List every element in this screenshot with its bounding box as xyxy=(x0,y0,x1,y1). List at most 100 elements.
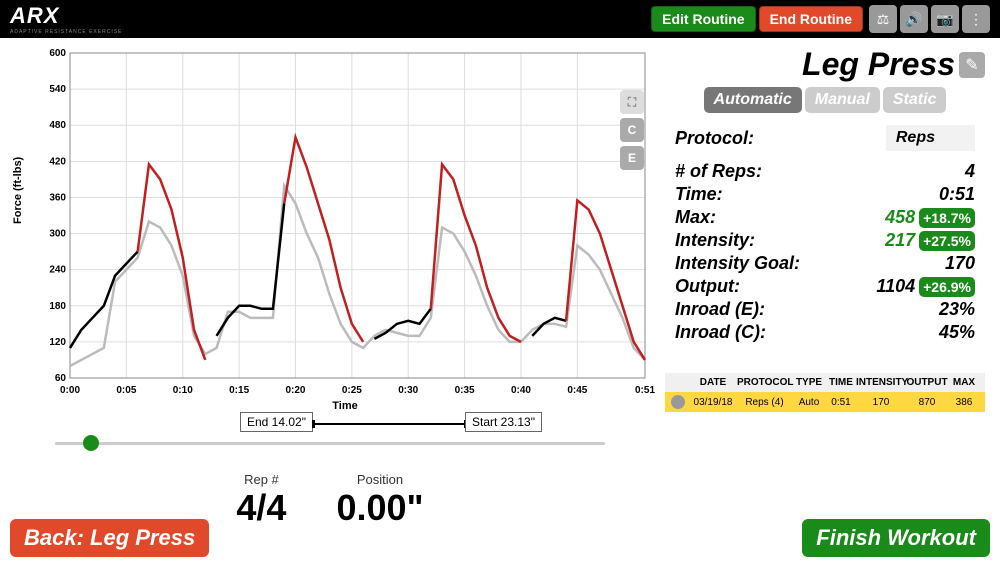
more-icon[interactable]: ⋮ xyxy=(962,5,990,33)
svg-text:0:10: 0:10 xyxy=(173,385,193,396)
mode-static[interactable]: Static xyxy=(883,87,947,113)
y-axis-label: Force (ft-lbs) xyxy=(12,157,24,224)
mode-automatic[interactable]: Automatic xyxy=(704,87,802,113)
svg-text:0:05: 0:05 xyxy=(116,385,136,396)
row-protocol: Reps (4) xyxy=(737,397,792,408)
logo-text: ARX xyxy=(10,3,122,29)
logo-subtitle: ADAPTIVE RESISTANCE EXERCISE xyxy=(10,29,122,35)
svg-text:360: 360 xyxy=(49,192,66,203)
history-row[interactable]: 03/19/18 Reps (4) Auto 0:51 170 870 386 xyxy=(665,392,985,412)
hdr-date: DATE xyxy=(689,377,737,388)
hdr-max: MAX xyxy=(948,377,980,388)
intensity-goal-label: Intensity Goal: xyxy=(675,253,920,274)
svg-text:0:25: 0:25 xyxy=(342,385,362,396)
footer: Back: Leg Press Finish Workout xyxy=(0,519,1000,557)
inroad-e-label: Inroad (E): xyxy=(675,299,920,320)
fullscreen-icon[interactable]: ⛶ xyxy=(620,90,644,114)
mode-manual[interactable]: Manual xyxy=(805,87,880,113)
chart-panel: Force (ft-lbs) 600 540 480 420 360 300 240 180 1… xyxy=(0,38,660,518)
header: ARX ADAPTIVE RESISTANCE EXERCISE Edit Ro… xyxy=(0,0,1000,38)
slider-track xyxy=(55,442,605,445)
protocol-row: Protocol: Reps xyxy=(675,125,975,151)
svg-text:0:40: 0:40 xyxy=(511,385,531,396)
row-time: 0:51 xyxy=(826,397,856,408)
inroad-c-label: Inroad (C): xyxy=(675,322,920,343)
finish-workout-button[interactable]: Finish Workout xyxy=(802,519,990,557)
row-date: 03/19/18 xyxy=(689,397,737,408)
scale-icon[interactable]: ⚖ xyxy=(869,5,897,33)
protocol-select[interactable]: Reps xyxy=(886,125,975,151)
svg-text:180: 180 xyxy=(49,301,66,312)
svg-text:540: 540 xyxy=(49,84,66,95)
main: Force (ft-lbs) 600 540 480 420 360 300 240 180 1… xyxy=(0,38,1000,518)
exercise-title-row: Leg Press ✎ xyxy=(665,46,985,83)
svg-text:0:45: 0:45 xyxy=(567,385,587,396)
back-button[interactable]: Back: Leg Press xyxy=(10,519,209,557)
rep-label: Rep # xyxy=(236,472,286,487)
reps-value: 4 xyxy=(920,161,975,182)
range-bar xyxy=(312,420,467,428)
history-table: DATE PROTOCOL TYPE TIME INTENSITY OUTPUT… xyxy=(665,373,985,412)
output-delta: +26.9% xyxy=(919,277,975,297)
svg-text:0:15: 0:15 xyxy=(229,385,249,396)
row-type: Auto xyxy=(792,397,826,408)
output-value: 1104 xyxy=(860,276,915,297)
row-max: 386 xyxy=(948,397,980,408)
position-label: Position xyxy=(336,472,423,487)
svg-text:240: 240 xyxy=(49,265,66,276)
hdr-time: TIME xyxy=(826,377,856,388)
time-label: Time: xyxy=(675,184,920,205)
svg-text:0:20: 0:20 xyxy=(285,385,305,396)
row-output: 870 xyxy=(906,397,948,408)
eccentric-toggle[interactable]: E xyxy=(620,146,644,170)
edit-routine-button[interactable]: Edit Routine xyxy=(651,6,755,32)
chart: Force (ft-lbs) 6005404804203603002401801… xyxy=(40,48,655,398)
output-label: Output: xyxy=(675,276,860,297)
svg-text:600: 600 xyxy=(49,48,66,59)
svg-text:60: 60 xyxy=(55,373,67,384)
chart-side-buttons: ⛶ C E xyxy=(620,90,644,170)
logo: ARX ADAPTIVE RESISTANCE EXERCISE xyxy=(10,3,122,35)
hdr-output: OUTPUT xyxy=(906,377,948,388)
star-icon xyxy=(671,395,685,409)
hdr-protocol: PROTOCOL xyxy=(737,377,792,388)
svg-text:480: 480 xyxy=(49,120,66,131)
concentric-toggle[interactable]: C xyxy=(620,118,644,142)
inroad-c-value: 45% xyxy=(920,322,975,343)
slider-thumb[interactable] xyxy=(83,435,99,451)
sound-icon[interactable]: 🔊 xyxy=(900,5,928,33)
max-delta: +18.7% xyxy=(919,208,975,228)
svg-text:420: 420 xyxy=(49,156,66,167)
info-panel: Leg Press ✎ Automatic Manual Static Prot… xyxy=(660,38,1000,518)
exercise-title: Leg Press xyxy=(802,46,955,83)
mode-row: Automatic Manual Static xyxy=(665,87,985,113)
hdr-intensity: INTENSITY xyxy=(856,377,906,388)
svg-text:0:51: 0:51 xyxy=(635,385,655,396)
svg-text:0:00: 0:00 xyxy=(60,385,80,396)
svg-text:0:35: 0:35 xyxy=(455,385,475,396)
intensity-goal-value: 170 xyxy=(920,253,975,274)
intensity-value: 217 xyxy=(860,230,915,251)
intensity-label: Intensity: xyxy=(675,230,860,251)
protocol-label: Protocol: xyxy=(675,128,886,149)
history-header: DATE PROTOCOL TYPE TIME INTENSITY OUTPUT… xyxy=(665,373,985,392)
svg-text:120: 120 xyxy=(49,337,66,348)
inroad-e-value: 23% xyxy=(920,299,975,320)
position-slider: End 14.02" Start 23.13" xyxy=(55,424,605,454)
end-routine-button[interactable]: End Routine xyxy=(759,6,863,32)
chart-svg: 600 540 480 420 360 300 240 180 120 600:00 0:05 0:1… xyxy=(40,48,655,398)
reps-label: # of Reps: xyxy=(675,161,920,182)
range-end[interactable]: End 14.02" xyxy=(240,412,313,432)
hdr-type: TYPE xyxy=(792,377,826,388)
range-start[interactable]: Start 23.13" xyxy=(465,412,542,432)
svg-text:300: 300 xyxy=(49,229,66,240)
camera-icon[interactable]: 📷 xyxy=(931,5,959,33)
intensity-delta: +27.5% xyxy=(919,231,975,251)
svg-text:0:30: 0:30 xyxy=(398,385,418,396)
edit-icon[interactable]: ✎ xyxy=(959,52,985,78)
stats: # of Reps:4 Time:0:51 Max:458+18.7% Inte… xyxy=(675,161,975,343)
row-intensity: 170 xyxy=(856,397,906,408)
time-value: 0:51 xyxy=(920,184,975,205)
max-label: Max: xyxy=(675,207,860,228)
x-axis-label: Time xyxy=(40,400,650,412)
